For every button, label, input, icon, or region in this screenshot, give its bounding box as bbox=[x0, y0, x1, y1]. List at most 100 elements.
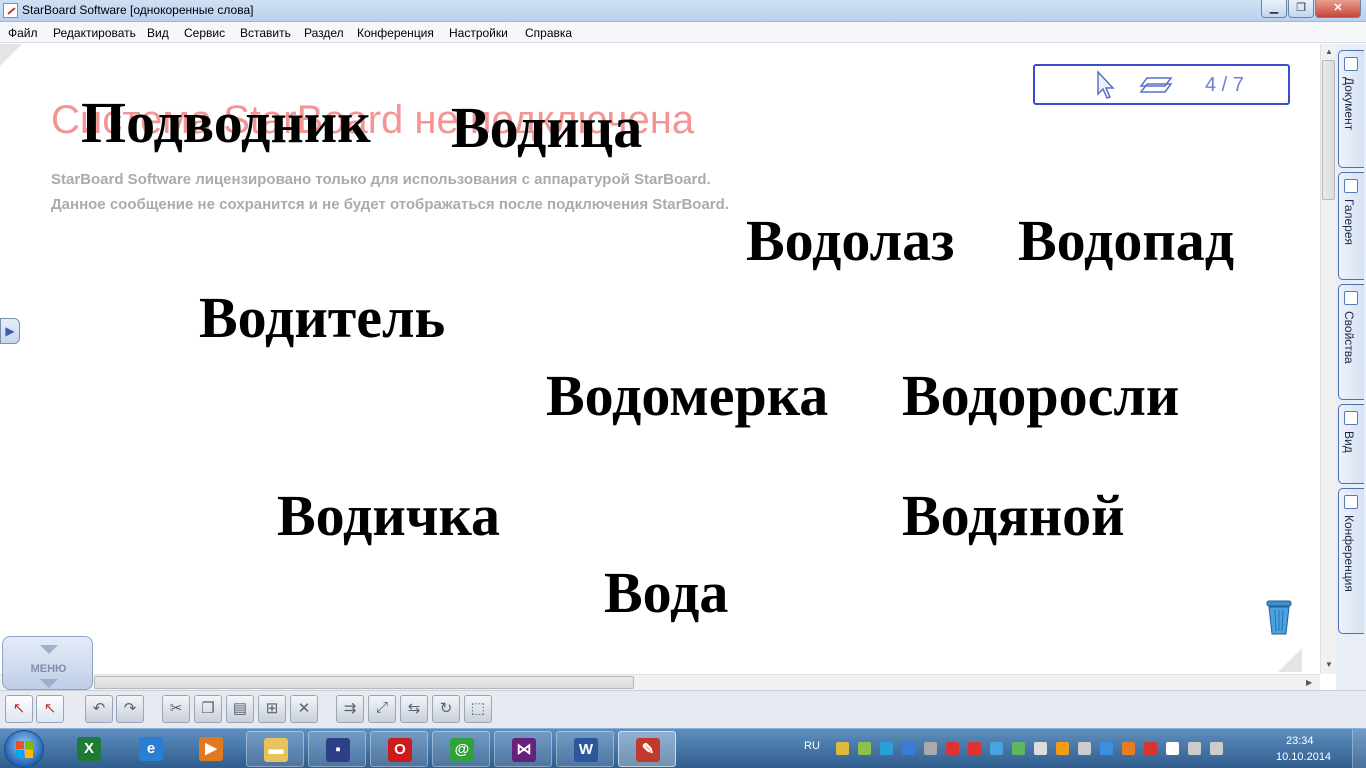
word-card[interactable]: Водичка bbox=[277, 487, 500, 545]
tray-icon[interactable] bbox=[902, 742, 915, 755]
tray-icon[interactable] bbox=[1122, 742, 1135, 755]
tray-icon[interactable] bbox=[880, 742, 893, 755]
tray-icon[interactable] bbox=[858, 742, 871, 755]
scroll-right-icon[interactable]: ▶ bbox=[1306, 678, 1312, 687]
main-menu-button[interactable]: МЕНЮ bbox=[2, 636, 93, 690]
word-card[interactable]: Водопад bbox=[1018, 212, 1234, 270]
menu-file[interactable]: Файл bbox=[8, 26, 38, 40]
tray-icon[interactable] bbox=[990, 742, 1003, 755]
resize-icon: ⤢ bbox=[375, 699, 388, 716]
tray-icon[interactable] bbox=[924, 742, 937, 755]
tray-icon[interactable] bbox=[1100, 742, 1113, 755]
clock-time[interactable]: 23:34 bbox=[1286, 735, 1314, 747]
copy-button[interactable]: ❐ bbox=[194, 695, 222, 723]
paste-button[interactable]: ▤ bbox=[226, 695, 254, 723]
tray-icon[interactable] bbox=[946, 742, 959, 755]
menu-help[interactable]: Справка bbox=[525, 26, 572, 40]
taskbar-media-player-button[interactable]: ▶ bbox=[182, 731, 240, 767]
properties-icon bbox=[1344, 291, 1358, 305]
add-page-button[interactable]: ↖ bbox=[5, 695, 33, 723]
word-card[interactable]: Водяной bbox=[902, 487, 1125, 545]
horizontal-scroll-thumb[interactable] bbox=[94, 676, 634, 689]
vertical-scroll-thumb[interactable] bbox=[1322, 60, 1335, 200]
word-card[interactable]: Водолаз bbox=[746, 212, 954, 270]
tab-gallery[interactable]: Галерея bbox=[1338, 172, 1364, 280]
cursor-number-icon: ↖ bbox=[43, 700, 57, 717]
word-card[interactable]: Водоросли bbox=[902, 367, 1179, 425]
tray-icon[interactable] bbox=[1056, 742, 1069, 755]
layers-icon[interactable] bbox=[1139, 72, 1173, 98]
tab-document[interactable]: Документ bbox=[1338, 50, 1364, 168]
clock-date[interactable]: 10.10.2014 bbox=[1276, 751, 1331, 763]
taskbar-explorer-button[interactable]: ▬ bbox=[246, 731, 304, 767]
delete-button[interactable]: ✕ bbox=[290, 695, 318, 723]
rotate-button[interactable]: ↻ bbox=[432, 695, 460, 723]
tray-icon[interactable] bbox=[1034, 742, 1047, 755]
word-card[interactable]: Водица bbox=[451, 99, 642, 157]
show-desktop-button[interactable] bbox=[1352, 729, 1366, 768]
taskbar-excel-button[interactable]: X bbox=[60, 731, 118, 767]
group-button[interactable]: ⇉ bbox=[336, 695, 364, 723]
tray-icon[interactable] bbox=[1210, 742, 1223, 755]
flip-button[interactable]: ⇆ bbox=[400, 695, 428, 723]
tab-conference[interactable]: Конференция bbox=[1338, 488, 1364, 634]
conference-icon bbox=[1344, 495, 1358, 509]
taskbar-starboard-button[interactable]: ✎ bbox=[618, 731, 676, 767]
whiteboard-canvas[interactable]: Система StarBoard не подключена StarBoar… bbox=[0, 44, 1320, 674]
word-card[interactable]: Водитель bbox=[199, 289, 445, 347]
menu-conference[interactable]: Конференция bbox=[357, 26, 434, 40]
word-card[interactable]: Водомерка bbox=[546, 367, 828, 425]
duplicate-button[interactable]: ⊞ bbox=[258, 695, 286, 723]
tray-icon[interactable] bbox=[968, 742, 981, 755]
vertical-scrollbar[interactable]: ▲ ▼ bbox=[1320, 44, 1336, 674]
taskbar-mail-agent-button[interactable]: @ bbox=[432, 731, 490, 767]
taskbar-word-button[interactable]: W bbox=[556, 731, 614, 767]
resize-button[interactable]: ⤢ bbox=[368, 695, 396, 723]
tray-icon[interactable] bbox=[1188, 742, 1201, 755]
language-indicator[interactable]: RU bbox=[804, 740, 820, 752]
word-card[interactable]: Вода bbox=[604, 564, 728, 622]
close-button[interactable]: ✕ bbox=[1315, 0, 1361, 18]
menu-insert[interactable]: Вставить bbox=[240, 26, 291, 40]
tab-view[interactable]: Вид bbox=[1338, 404, 1364, 484]
tray-icon[interactable] bbox=[1144, 742, 1157, 755]
tab-properties[interactable]: Свойства bbox=[1338, 284, 1364, 400]
taskbar-internet-explorer-button[interactable]: e bbox=[122, 731, 180, 767]
starboard-app-icon bbox=[3, 3, 18, 18]
trash-icon[interactable] bbox=[1264, 596, 1294, 636]
windows-taskbar: Xe ▶ ▬ ▪ O @ ⋈ W ✎ RU 23:34 10.10.2014 bbox=[0, 728, 1366, 768]
tray-icon[interactable] bbox=[1078, 742, 1091, 755]
ie-icon: e bbox=[139, 737, 163, 761]
maximize-button[interactable]: ❐ bbox=[1288, 0, 1314, 18]
scroll-down-icon[interactable]: ▼ bbox=[1325, 660, 1333, 669]
cut-button[interactable]: ✂ bbox=[162, 695, 190, 723]
taskbar-visual-studio-button[interactable]: ⋈ bbox=[494, 731, 552, 767]
word-card[interactable]: Подводник bbox=[81, 94, 371, 152]
horizontal-scrollbar[interactable]: ▶ bbox=[0, 674, 1320, 690]
group-icon: ⇉ bbox=[343, 700, 357, 717]
page-select-button[interactable]: ↖ bbox=[36, 695, 64, 723]
document-icon bbox=[1344, 57, 1358, 71]
undo-button[interactable]: ↶ bbox=[85, 695, 113, 723]
menu-service[interactable]: Сервис bbox=[184, 26, 225, 40]
menu-settings[interactable]: Настройки bbox=[449, 26, 508, 40]
minimize-button[interactable]: ▁ bbox=[1261, 0, 1287, 18]
chevron-down-icon bbox=[40, 679, 58, 688]
menu-section[interactable]: Раздел bbox=[304, 26, 344, 40]
cursor-icon[interactable] bbox=[1095, 70, 1119, 100]
start-button[interactable] bbox=[4, 730, 44, 768]
taskbar-opera-button[interactable]: O bbox=[370, 731, 428, 767]
menu-edit[interactable]: Редактировать bbox=[53, 26, 136, 40]
rotate-icon: ↻ bbox=[439, 700, 453, 717]
scroll-up-icon[interactable]: ▲ bbox=[1325, 47, 1333, 56]
tray-icon[interactable] bbox=[1012, 742, 1025, 755]
taskbar-save-app-button[interactable]: ▪ bbox=[308, 731, 366, 767]
redo-button[interactable]: ↷ bbox=[116, 695, 144, 723]
duplicate-icon: ⊞ bbox=[265, 700, 279, 717]
tray-icon[interactable] bbox=[836, 742, 849, 755]
tab-label: Конференция bbox=[1342, 515, 1356, 592]
expand-panel-arrow-icon[interactable]: ▶ bbox=[0, 318, 20, 344]
select-area-button[interactable]: ⬚ bbox=[464, 695, 492, 723]
menu-view[interactable]: Вид bbox=[147, 26, 169, 40]
tray-icon[interactable] bbox=[1166, 742, 1179, 755]
